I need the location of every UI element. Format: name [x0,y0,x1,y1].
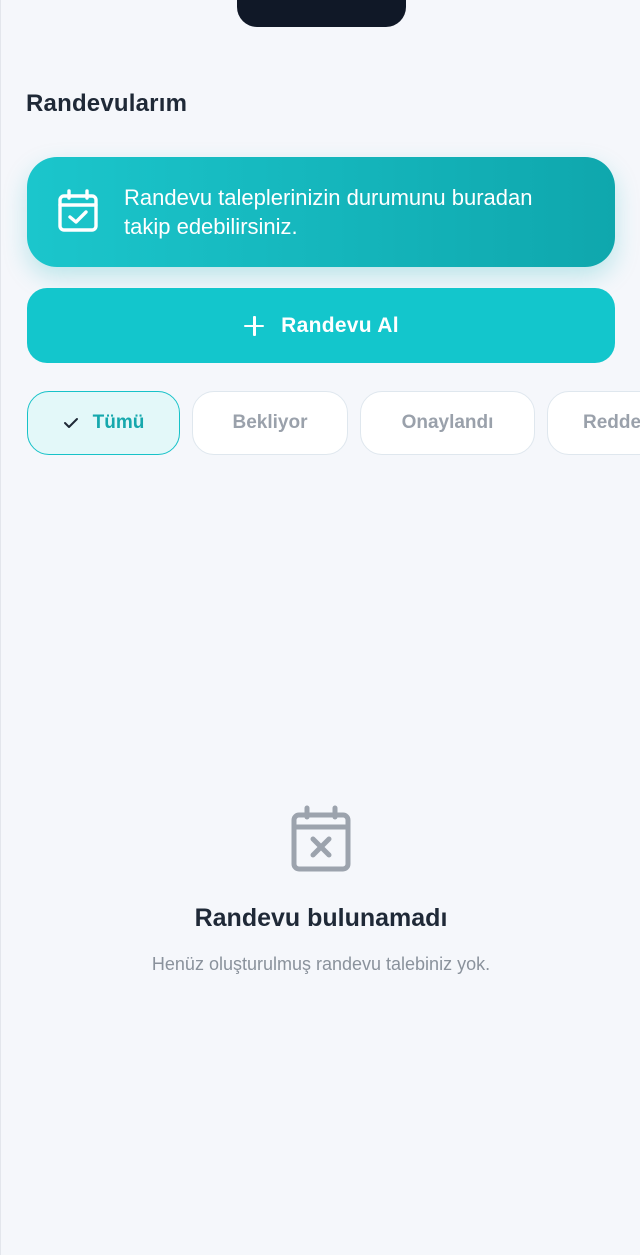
device-notch [237,0,406,27]
page-title: Randevularım [26,90,188,117]
filter-chip-all[interactable]: Tümü [27,391,180,455]
plus-icon [243,315,265,337]
filter-chip-label: Bekliyor [232,412,308,433]
book-appointment-button[interactable]: Randevu Al [27,288,615,363]
filter-chip-approved[interactable]: Onaylandı [360,391,535,455]
filter-chip-pending[interactable]: Bekliyor [192,391,348,455]
app-screen: Randevularım Randevu taleplerinizin duru… [0,0,640,1255]
filter-chip-label: Onaylandı [401,412,494,433]
filter-chip-label: Redde [583,412,640,433]
empty-state-title: Randevu bulunamadı [194,904,448,932]
empty-state-subtitle: Henüz oluşturulmuş randevu talebiniz yok… [151,954,491,974]
calendar-x-icon [291,805,351,872]
status-filter-bar: Tümü Bekliyor Onaylandı Redde [27,391,640,455]
info-banner: Randevu taleplerinizin durumunu buradan … [27,157,615,267]
filter-chip-rejected[interactable]: Redde [547,391,640,455]
info-banner-text: Randevu taleplerinizin durumunu buradan … [124,185,533,239]
calendar-check-icon [58,189,98,232]
filter-chip-label: Tümü [92,412,145,433]
check-icon [63,418,78,428]
book-appointment-label: Randevu Al [281,313,399,337]
